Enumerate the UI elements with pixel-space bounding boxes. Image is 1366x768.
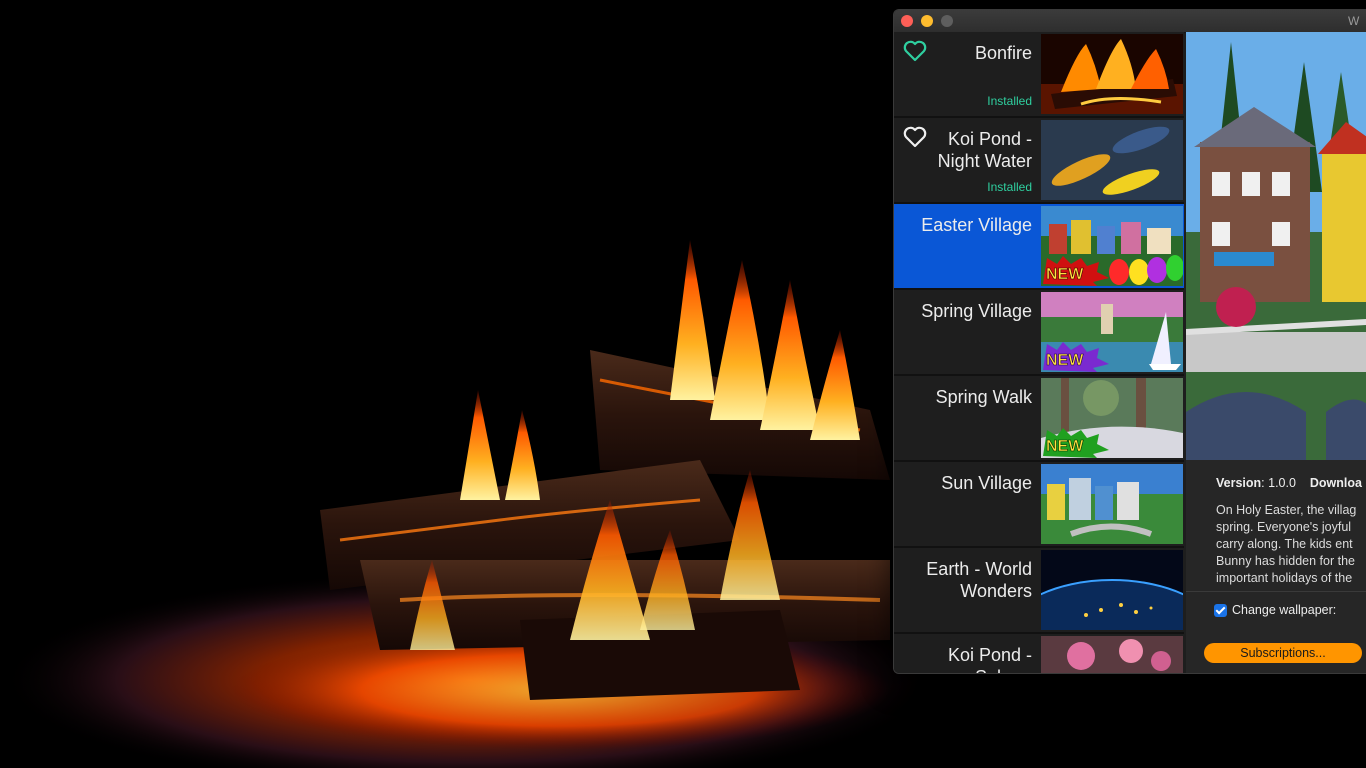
thumbnail-koi-pond-night-water (1041, 120, 1183, 200)
change-wallpaper-checkbox[interactable] (1214, 603, 1227, 617)
item-name: Bonfire (974, 43, 1032, 63)
list-item-earth-world-wonders[interactable]: Earth - World Wonders (894, 548, 1184, 634)
installed-status: Installed (987, 180, 1032, 194)
version-label: Version (1216, 476, 1262, 490)
installed-status: Installed (987, 94, 1032, 108)
thumbnail-earth-world-wonders (1041, 550, 1183, 630)
item-name: Spring Village (921, 301, 1032, 321)
item-name: Spring Walk (935, 387, 1032, 407)
list-item-bonfire[interactable]: Bonfire Installed (894, 32, 1184, 118)
details-panel: Version: 1.0.0 Downloa On Holy Easter, t… (1186, 460, 1366, 673)
version-info: Version: 1.0.0 Downloa (1216, 476, 1362, 490)
list-item-sun-village[interactable]: Sun Village (894, 462, 1184, 548)
wallpaper-description: On Holy Easter, the villag spring. Every… (1216, 502, 1366, 587)
description-line: carry along. The kids ent (1216, 537, 1353, 551)
download-label: Downloa (1309, 476, 1362, 490)
window-title: W (1348, 14, 1360, 28)
description-line: important holidays of the (1216, 571, 1353, 585)
wallpaper-preview-image (1186, 32, 1366, 460)
list-item-koi-pond-sakura[interactable]: Koi Pond - Sakura (894, 634, 1184, 673)
list-item-spring-walk[interactable]: Spring Walk NEW (894, 376, 1184, 462)
new-badge: NEW (1043, 428, 1109, 458)
new-badge: NEW (1043, 256, 1109, 286)
window-titlebar[interactable]: W (894, 10, 1366, 33)
item-name: Sun Village (941, 473, 1032, 493)
item-name: Koi Pond - Night Water (937, 129, 1032, 171)
thumbnail-koi-pond-sakura (1041, 636, 1183, 673)
close-window-button[interactable] (901, 15, 913, 27)
description-line: On Holy Easter, the villag (1216, 503, 1357, 517)
thumbnail-bonfire (1041, 34, 1183, 114)
item-name: Koi Pond - Sakura (947, 645, 1032, 673)
new-badge: NEW (1043, 342, 1109, 372)
subscriptions-button[interactable]: Subscriptions... (1204, 643, 1362, 663)
list-item-koi-pond-night-water[interactable]: Koi Pond - Night Water Installed (894, 118, 1184, 204)
details-divider (1186, 591, 1366, 592)
zoom-window-button[interactable] (941, 15, 953, 27)
change-wallpaper-label[interactable]: Change wallpaper: (1232, 603, 1336, 617)
app-window: W Bonfire Installed Koi Pond - Night Wat… (893, 9, 1366, 674)
thumbnail-sun-village (1041, 464, 1183, 544)
list-item-spring-village[interactable]: Spring Village NEW (894, 290, 1184, 376)
wallpaper-list[interactable]: Bonfire Installed Koi Pond - Night Water… (894, 32, 1184, 673)
change-wallpaper-option[interactable]: Change wallpaper: (1214, 603, 1336, 617)
description-line: spring. Everyone's joyful (1216, 520, 1352, 534)
new-badge-text: NEW (1046, 438, 1084, 455)
minimize-window-button[interactable] (921, 15, 933, 27)
list-item-easter-village[interactable]: Easter Village NEW (894, 204, 1184, 290)
new-badge-text: NEW (1046, 352, 1084, 369)
description-line: Bunny has hidden for the (1216, 554, 1355, 568)
new-badge-text: NEW (1046, 266, 1084, 283)
version-value: : 1.0.0 (1261, 476, 1296, 490)
item-name: Easter Village (921, 215, 1032, 235)
item-name: Earth - World Wonders (926, 559, 1032, 601)
